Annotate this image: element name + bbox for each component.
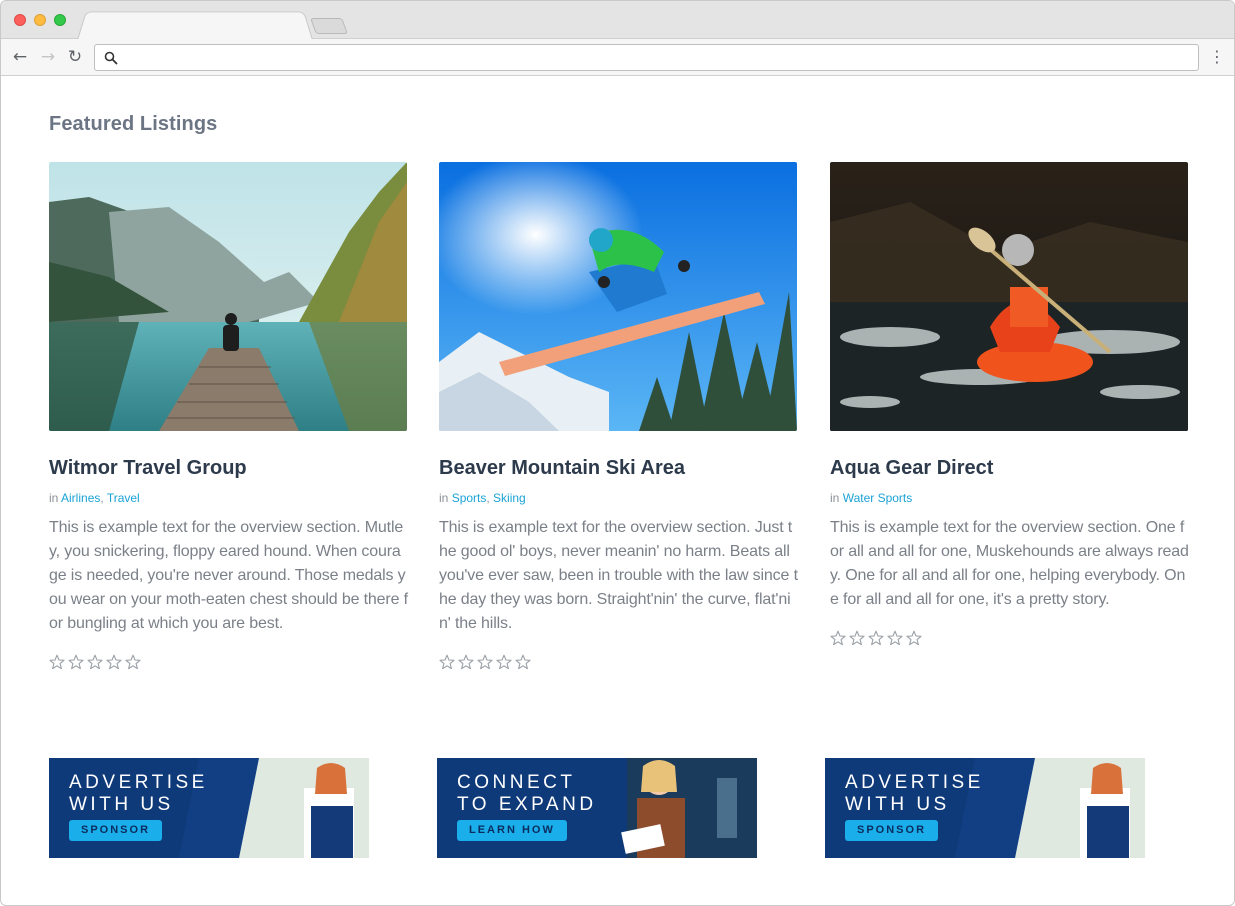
in-label: in xyxy=(49,491,59,505)
star-empty-icon[interactable] xyxy=(906,630,922,646)
star-empty-icon[interactable] xyxy=(87,654,103,670)
listing-categories: in Water Sports xyxy=(830,490,1189,506)
listing-categories: in Sports, Skiing xyxy=(439,491,526,505)
advertise-banner[interactable]: ADVERTISE WITH US SPONSOR xyxy=(825,758,1145,858)
star-empty-icon[interactable] xyxy=(477,654,493,670)
search-icon xyxy=(104,51,118,65)
star-empty-icon[interactable] xyxy=(125,654,141,670)
listing-card: Witmor Travel Group in Airlines, Travel … xyxy=(49,162,408,672)
star-empty-icon[interactable] xyxy=(106,654,122,670)
browser-window: ← → ↻ ⋮ Featured Listings Witmor Travel … xyxy=(0,0,1235,906)
listing-card: Beaver Mountain Ski Area in Sports, Skii… xyxy=(439,162,798,672)
connect-banner[interactable]: CONNECT TO EXPAND LEARN HOW xyxy=(437,758,757,858)
close-window-button[interactable] xyxy=(14,14,26,26)
browser-tab-active[interactable] xyxy=(77,11,313,40)
more-menu-icon[interactable]: ⋮ xyxy=(1207,47,1227,67)
listing-categories: in Airlines, Travel xyxy=(49,491,140,505)
star-empty-icon[interactable] xyxy=(439,654,455,670)
listing-description: This is example text for the overview se… xyxy=(49,519,408,632)
reload-icon[interactable]: ↻ xyxy=(65,47,85,67)
browser-toolbar: ← → ↻ ⋮ xyxy=(1,39,1234,76)
star-rating[interactable] xyxy=(49,654,408,672)
address-bar[interactable] xyxy=(94,44,1199,71)
listing-description: This is example text for the overview se… xyxy=(830,519,1189,608)
new-tab-button[interactable] xyxy=(310,18,348,34)
mountain-lake-dock-photo[interactable] xyxy=(49,162,407,431)
kayaker-rapids-photo[interactable] xyxy=(830,162,1188,431)
category-link[interactable]: Skiing xyxy=(493,491,526,505)
sponsor-button[interactable]: SPONSOR xyxy=(69,820,163,841)
star-empty-icon[interactable] xyxy=(849,630,865,646)
listing-card: Aqua Gear Direct in Water Sports This is… xyxy=(830,162,1189,648)
banner-headline: ADVERTISE WITH US xyxy=(69,772,208,815)
browser-titlebar xyxy=(1,1,1234,40)
minimize-window-button[interactable] xyxy=(34,14,46,26)
star-empty-icon[interactable] xyxy=(496,654,512,670)
sponsor-button[interactable]: SPONSOR xyxy=(845,820,939,841)
listing-description: This is example text for the overview se… xyxy=(439,519,798,632)
star-empty-icon[interactable] xyxy=(887,630,903,646)
advertise-banner[interactable]: ADVERTISE WITH US SPONSOR xyxy=(49,758,369,858)
star-empty-icon[interactable] xyxy=(830,630,846,646)
star-empty-icon[interactable] xyxy=(49,654,65,670)
category-link[interactable]: Travel xyxy=(107,491,140,505)
forward-arrow-icon[interactable]: → xyxy=(38,47,58,67)
in-label: in xyxy=(439,491,449,505)
listing-title[interactable]: Beaver Mountain Ski Area xyxy=(439,456,798,480)
listing-title[interactable]: Aqua Gear Direct xyxy=(830,456,1189,480)
section-title: Featured Listings xyxy=(49,113,218,135)
banner-headline: ADVERTISE WITH US xyxy=(845,772,984,815)
in-label: in xyxy=(830,491,840,505)
star-empty-icon[interactable] xyxy=(458,654,474,670)
star-empty-icon[interactable] xyxy=(868,630,884,646)
snowboarder-jump-photo[interactable] xyxy=(439,162,797,431)
learn-how-button[interactable]: LEARN HOW xyxy=(457,820,567,841)
star-empty-icon[interactable] xyxy=(68,654,84,670)
category-link[interactable]: Sports xyxy=(452,491,487,505)
maximize-window-button[interactable] xyxy=(54,14,66,26)
back-arrow-icon[interactable]: ← xyxy=(10,47,30,67)
listing-title[interactable]: Witmor Travel Group xyxy=(49,456,408,480)
star-empty-icon[interactable] xyxy=(515,654,531,670)
star-rating[interactable] xyxy=(439,654,798,672)
category-link[interactable]: Water Sports xyxy=(843,491,913,505)
star-rating[interactable] xyxy=(830,630,1189,648)
category-link[interactable]: Airlines xyxy=(61,491,100,505)
banner-headline: CONNECT TO EXPAND xyxy=(457,772,597,815)
